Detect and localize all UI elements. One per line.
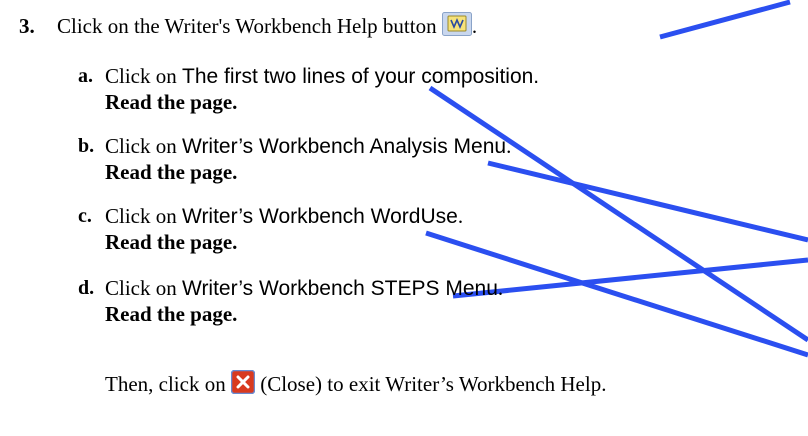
substep-c-instruction: Read the page.: [105, 230, 238, 254]
substep-a-line: Click on The first two lines of your com…: [105, 64, 539, 89]
substep-d-letter: d.: [78, 277, 95, 299]
step-3-text: Click on the Writer's Workbench Help but…: [57, 14, 437, 38]
substep-a-link[interactable]: The first two lines of your composition.: [182, 65, 539, 88]
substep-a-instruction: Read the page.: [105, 90, 238, 114]
substep-d-instruction: Read the page.: [105, 302, 238, 326]
substep-c-letter: c.: [78, 205, 92, 227]
substep-c-prefix: Click on: [105, 204, 182, 228]
step-number: 3.: [19, 14, 35, 38]
substep-b-letter: b.: [78, 135, 95, 157]
substep-d-prefix: Click on: [105, 276, 182, 300]
substep-b-line: Click on Writer’s Workbench Analysis Men…: [105, 134, 512, 158]
closing-line: Then, click on (Close) to exit Writer’s …: [105, 369, 607, 399]
substep-b-prefix: Click on: [105, 134, 182, 158]
arrow-from-substep-d: [452, 257, 808, 299]
arrow-from-substep-a: [428, 85, 808, 343]
writers-workbench-help-icon[interactable]: [441, 12, 472, 41]
arrow-to-help-button: [659, 0, 791, 40]
arrow-from-substep-b: [487, 160, 808, 243]
substep-c-link[interactable]: Writer’s Workbench WordUse: [182, 205, 458, 228]
closing-suffix: (Close) to exit Writer’s Workbench Help.: [254, 372, 607, 396]
substep-b-instruction: Read the page.: [105, 160, 238, 184]
step-3: 3. Click on the Writer's Workbench Help b…: [19, 12, 477, 41]
substep-c-line: Click on Writer’s Workbench WordUse.: [105, 204, 464, 228]
substep-d-link[interactable]: Writer’s Workbench STEPS Menu: [182, 277, 498, 300]
closing-prefix: Then, click on: [105, 372, 231, 396]
step-3-suffix: .: [471, 14, 478, 38]
substep-d-line: Click on Writer’s Workbench STEPS Menu.: [105, 276, 504, 300]
substep-b-link[interactable]: Writer’s Workbench Analysis Menu: [182, 135, 506, 158]
substep-a-letter: a.: [78, 65, 93, 87]
close-icon[interactable]: [230, 369, 256, 399]
substep-a-prefix: Click on: [105, 64, 182, 88]
